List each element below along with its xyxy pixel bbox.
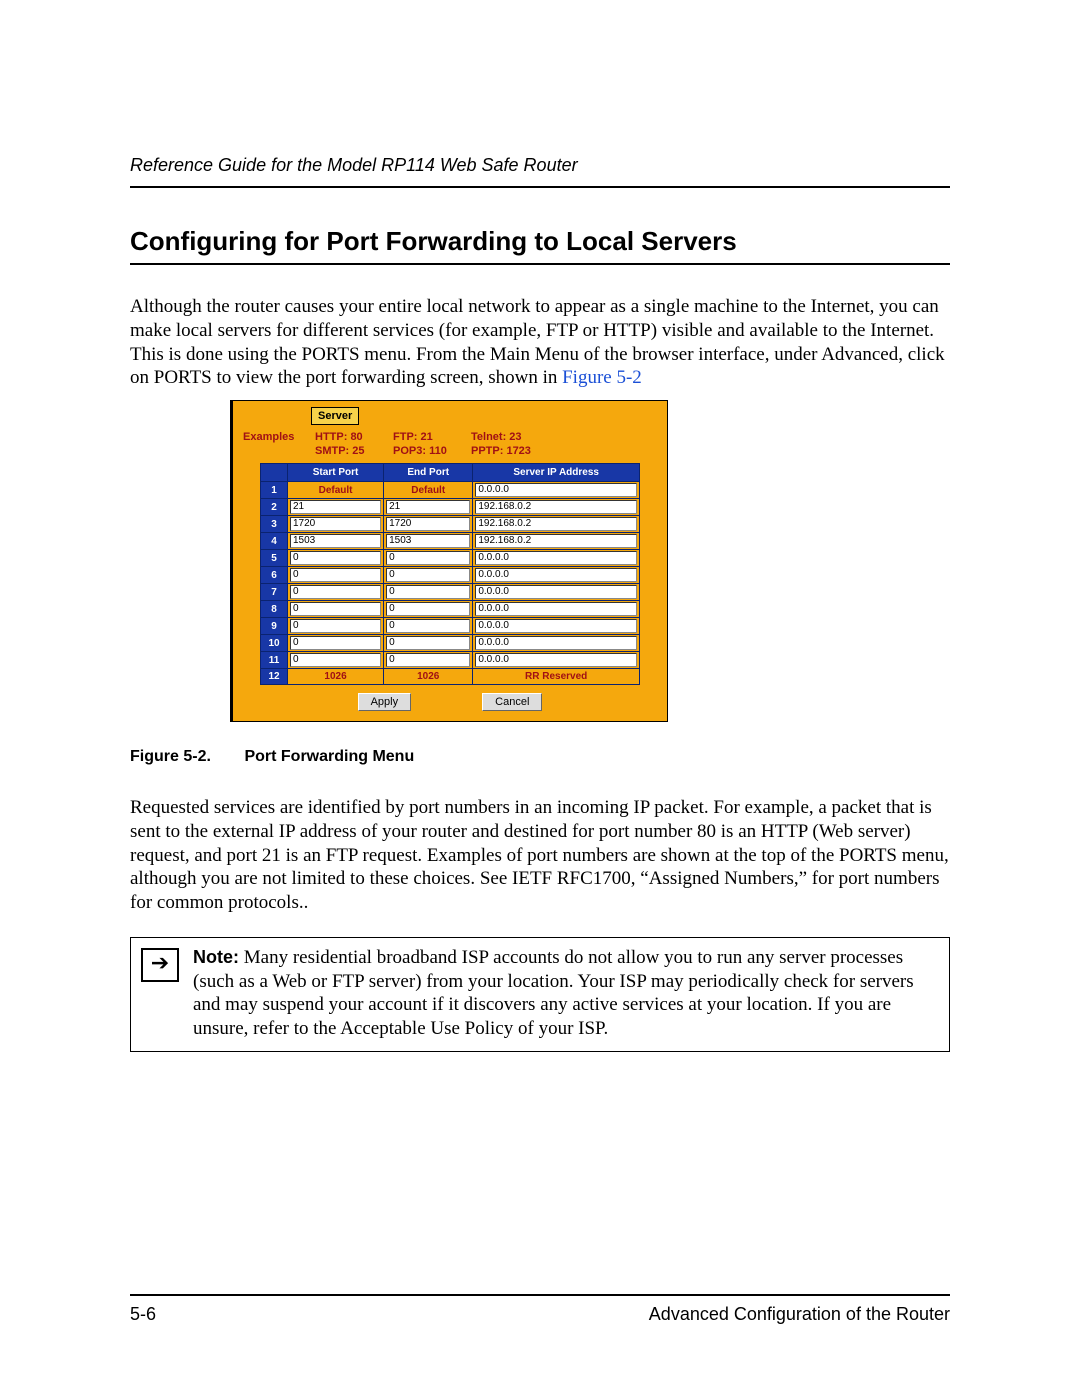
table-row: 6000.0.0.0 bbox=[261, 567, 640, 584]
row-number: 3 bbox=[261, 516, 288, 533]
page-footer: 5-6 Advanced Configuration of the Router bbox=[130, 1294, 950, 1325]
heading-rule bbox=[130, 263, 950, 265]
port-input[interactable]: 0 bbox=[386, 653, 470, 667]
port-input[interactable]: 0 bbox=[290, 653, 381, 667]
example-pptp: PPTP: 1723 bbox=[471, 445, 549, 457]
body-paragraph-2: Requested services are identified by por… bbox=[130, 796, 950, 915]
table-row: 7000.0.0.0 bbox=[261, 584, 640, 601]
examples-row-2: SMTP: 25 POP3: 110 PPTP: 1723 bbox=[233, 445, 667, 459]
row-number: 8 bbox=[261, 601, 288, 618]
page-number: 5-6 bbox=[130, 1304, 156, 1325]
row-number: 11 bbox=[261, 652, 288, 669]
port-input[interactable]: 1503 bbox=[290, 534, 381, 548]
port-input[interactable]: 0.0.0.0 bbox=[475, 602, 637, 616]
port-input[interactable]: 0 bbox=[386, 636, 470, 650]
port-input[interactable]: 0 bbox=[290, 602, 381, 616]
col-end-port: End Port bbox=[384, 464, 473, 482]
row-number: 2 bbox=[261, 499, 288, 516]
port-input[interactable]: 0.0.0.0 bbox=[475, 636, 637, 650]
table-row: 415031503192.168.0.2 bbox=[261, 533, 640, 550]
cancel-button[interactable]: Cancel bbox=[482, 693, 542, 711]
caption-number: Figure 5-2. bbox=[130, 748, 240, 766]
table-row: 1DefaultDefault0.0.0.0 bbox=[261, 482, 640, 499]
port-input[interactable]: 192.168.0.2 bbox=[475, 517, 637, 531]
port-input[interactable]: 0 bbox=[386, 568, 470, 582]
port-input[interactable]: 0 bbox=[290, 585, 381, 599]
port-input[interactable]: 1503 bbox=[386, 534, 470, 548]
port-input[interactable]: 0 bbox=[290, 568, 381, 582]
port-input[interactable]: 0 bbox=[290, 636, 381, 650]
table-row: 1210261026RR Reserved bbox=[261, 669, 640, 685]
examples-label: Examples bbox=[243, 431, 315, 443]
port-input[interactable]: 1720 bbox=[290, 517, 381, 531]
figure-caption: Figure 5-2. Port Forwarding Menu bbox=[130, 748, 950, 766]
row-number: 7 bbox=[261, 584, 288, 601]
col-server-ip: Server IP Address bbox=[473, 464, 640, 482]
port-input[interactable]: 0.0.0.0 bbox=[475, 551, 637, 565]
table-row: 10000.0.0.0 bbox=[261, 635, 640, 652]
intro-paragraph: Although the router causes your entire l… bbox=[130, 295, 950, 390]
table-row: 317201720192.168.0.2 bbox=[261, 516, 640, 533]
port-forwarding-screenshot: Server Examples HTTP: 80 FTP: 21 Telnet:… bbox=[230, 400, 668, 722]
intro-text: Although the router causes your entire l… bbox=[130, 296, 945, 388]
server-label: Server bbox=[311, 407, 359, 425]
note-box: ➔ Note: Many residential broadband ISP a… bbox=[130, 937, 950, 1052]
examples-row-1: Examples HTTP: 80 FTP: 21 Telnet: 23 bbox=[233, 425, 667, 445]
port-input[interactable]: 0.0.0.0 bbox=[475, 653, 637, 667]
example-telnet: Telnet: 23 bbox=[471, 431, 549, 443]
row-number: 9 bbox=[261, 618, 288, 635]
port-input[interactable]: 0.0.0.0 bbox=[475, 619, 637, 633]
port-input[interactable]: 0 bbox=[290, 551, 381, 565]
table-row: 22121192.168.0.2 bbox=[261, 499, 640, 516]
port-input[interactable]: 0 bbox=[386, 585, 470, 599]
table-row: 9000.0.0.0 bbox=[261, 618, 640, 635]
port-input[interactable]: 0 bbox=[386, 619, 470, 633]
row-number: 4 bbox=[261, 533, 288, 550]
section-heading: Configuring for Port Forwarding to Local… bbox=[130, 226, 950, 257]
port-forwarding-table: Start Port End Port Server IP Address 1D… bbox=[260, 463, 640, 685]
running-header: Reference Guide for the Model RP114 Web … bbox=[130, 155, 950, 188]
figure-reference-link[interactable]: Figure 5-2 bbox=[562, 367, 642, 388]
port-input[interactable]: 0 bbox=[290, 619, 381, 633]
caption-text: Port Forwarding Menu bbox=[244, 748, 414, 765]
note-text: Note: Many residential broadband ISP acc… bbox=[193, 946, 939, 1041]
row-number: 10 bbox=[261, 635, 288, 652]
example-http: HTTP: 80 bbox=[315, 431, 393, 443]
port-input[interactable]: 0.0.0.0 bbox=[475, 568, 637, 582]
note-label: Note: bbox=[193, 947, 239, 967]
port-input[interactable]: 21 bbox=[386, 500, 470, 514]
port-input[interactable]: 0 bbox=[386, 602, 470, 616]
table-row: 5000.0.0.0 bbox=[261, 550, 640, 567]
row-number: 1 bbox=[261, 482, 288, 499]
row-number: 5 bbox=[261, 550, 288, 567]
port-input[interactable]: 192.168.0.2 bbox=[475, 500, 637, 514]
table-row: 11000.0.0.0 bbox=[261, 652, 640, 669]
port-input[interactable]: 0.0.0.0 bbox=[475, 585, 637, 599]
example-smtp: SMTP: 25 bbox=[315, 445, 393, 457]
apply-button[interactable]: Apply bbox=[358, 693, 412, 711]
port-input[interactable]: 0.0.0.0 bbox=[475, 483, 637, 497]
note-body: Many residential broadband ISP accounts … bbox=[193, 947, 914, 1039]
port-input[interactable]: 0 bbox=[386, 551, 470, 565]
port-input[interactable]: 192.168.0.2 bbox=[475, 534, 637, 548]
example-ftp: FTP: 21 bbox=[393, 431, 471, 443]
row-number: 6 bbox=[261, 567, 288, 584]
col-start-port: Start Port bbox=[288, 464, 384, 482]
example-pop3: POP3: 110 bbox=[393, 445, 471, 457]
footer-chapter: Advanced Configuration of the Router bbox=[649, 1304, 950, 1325]
port-input[interactable]: 21 bbox=[290, 500, 381, 514]
row-number: 12 bbox=[261, 669, 288, 685]
table-row: 8000.0.0.0 bbox=[261, 601, 640, 618]
port-input[interactable]: 1720 bbox=[386, 517, 470, 531]
arrow-icon: ➔ bbox=[141, 948, 179, 982]
